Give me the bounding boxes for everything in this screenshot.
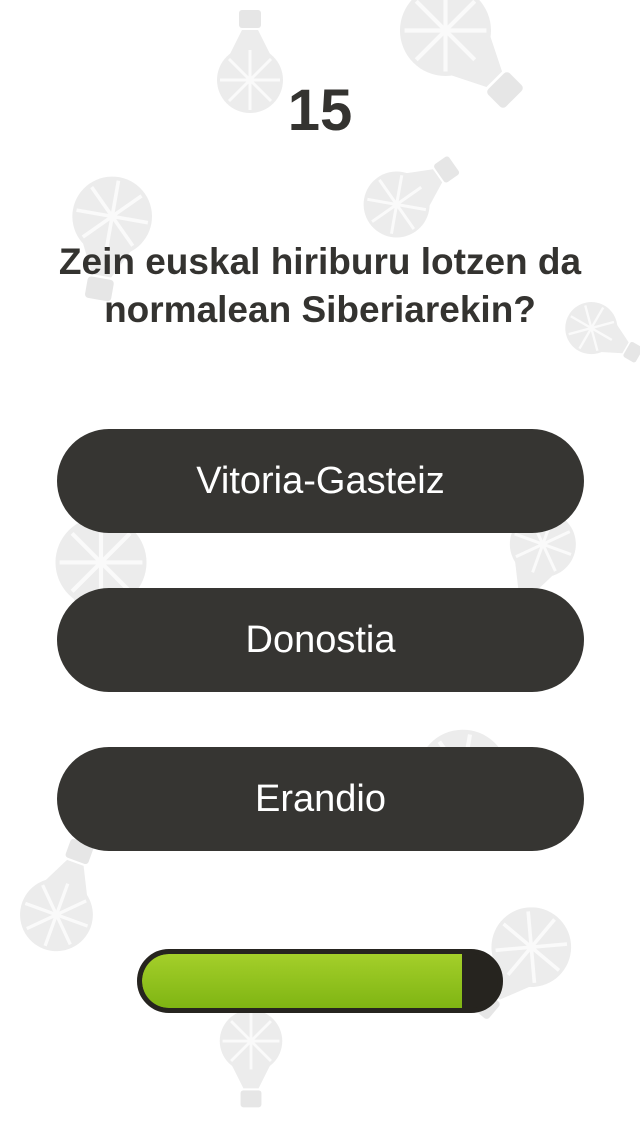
question-number: 15 xyxy=(287,78,353,143)
answer-button-3[interactable]: Erandio xyxy=(57,747,584,851)
timer-progress-bar xyxy=(137,949,503,1013)
timer-progress-fill xyxy=(142,954,463,1008)
lightbulb-icon xyxy=(215,1005,287,1115)
answer-button-1[interactable]: Vitoria-Gasteiz xyxy=(57,429,584,533)
answer-button-2[interactable]: Donostia xyxy=(57,588,584,692)
question-text: Zein euskal hiriburu lotzen da normalean… xyxy=(58,241,582,330)
